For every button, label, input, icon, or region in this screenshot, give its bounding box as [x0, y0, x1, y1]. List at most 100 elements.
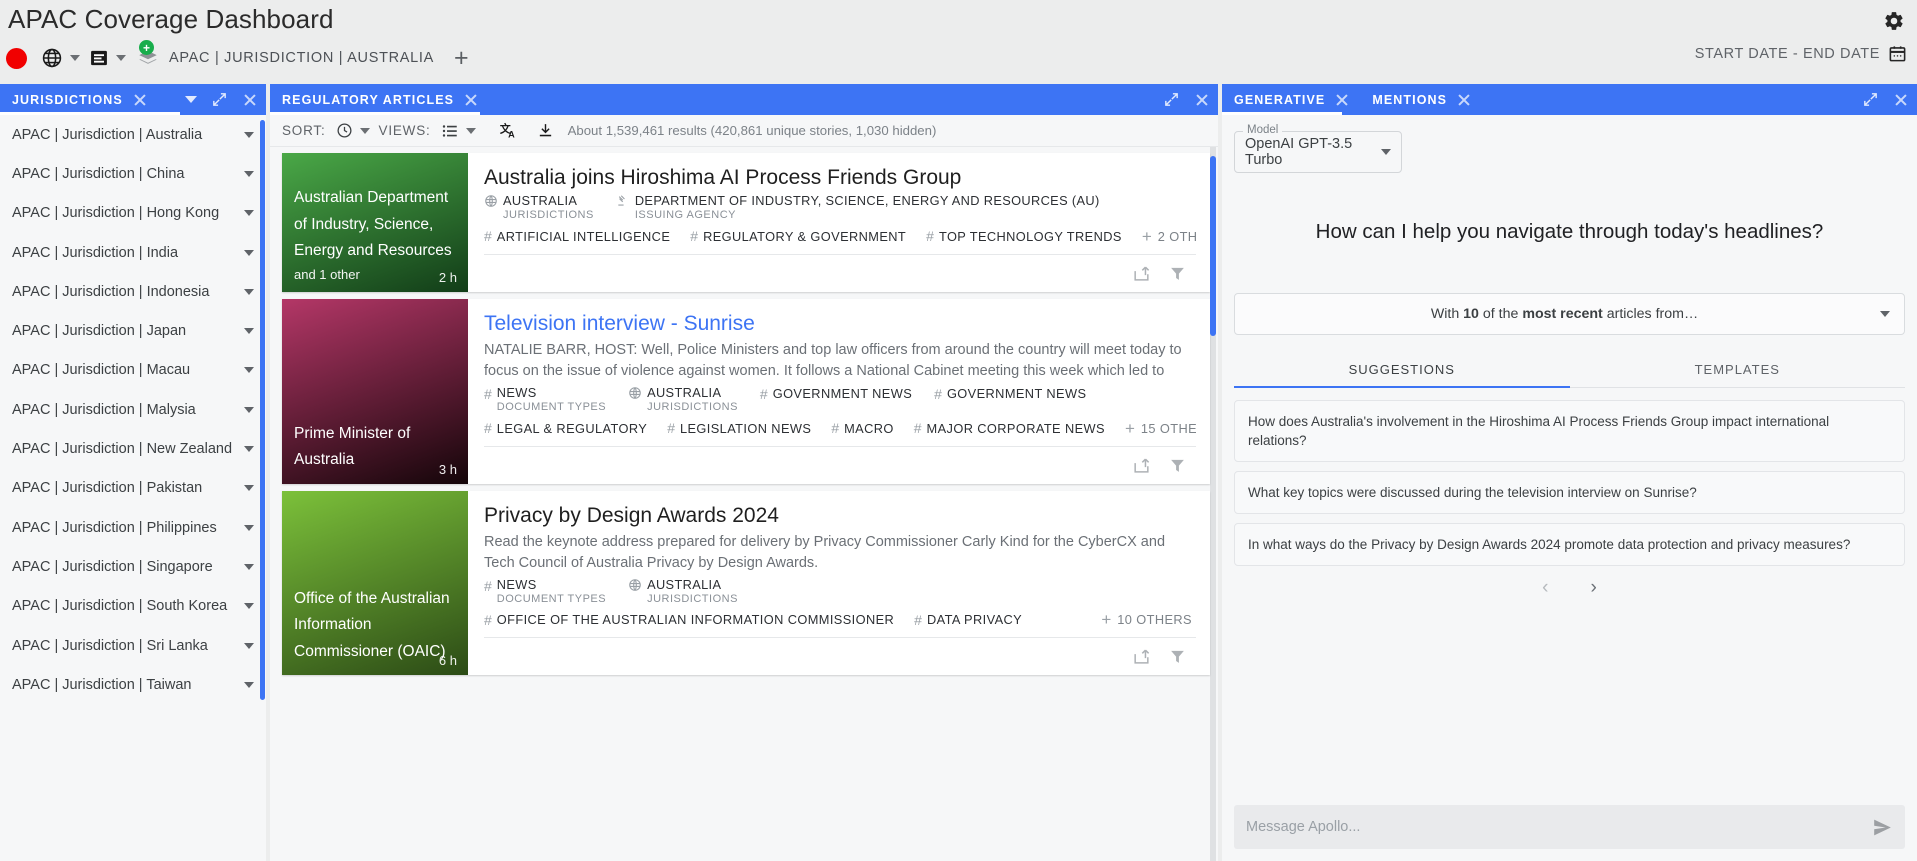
close-panel-icon[interactable]: [1194, 92, 1210, 108]
chevron-down-icon[interactable]: [244, 367, 254, 374]
article-tag[interactable]: # TOP TECHNOLOGY TRENDS: [926, 228, 1122, 244]
chevron-down-icon[interactable]: [244, 446, 254, 453]
article-title[interactable]: Privacy by Design Awards 2024: [484, 504, 1196, 528]
article-title[interactable]: Television interview - Sunrise: [484, 312, 1196, 336]
chevron-down-icon[interactable]: [244, 170, 254, 177]
sidebar-item-jurisdiction[interactable]: APAC | Jurisdiction | India: [0, 233, 266, 272]
chevron-down-icon[interactable]: [244, 328, 254, 335]
message-input[interactable]: [1246, 819, 1872, 835]
close-panel-icon[interactable]: [242, 92, 258, 108]
article-tag[interactable]: # LEGISLATION NEWS: [667, 420, 811, 436]
article-tag[interactable]: # MAJOR CORPORATE NEWS: [914, 420, 1105, 436]
sidebar-item-jurisdiction[interactable]: APAC | Jurisdiction | Indonesia: [0, 272, 266, 311]
view-dropdown-caret[interactable]: [116, 55, 126, 61]
suggestion-item[interactable]: What key topics were discussed during th…: [1234, 471, 1905, 514]
article-thumbnail[interactable]: Australian Department of Industry, Scien…: [282, 153, 468, 292]
chevron-down-icon[interactable]: [244, 249, 254, 256]
globe-icon[interactable]: [41, 47, 63, 69]
sidebar-item-jurisdiction[interactable]: APAC | Jurisdiction | Hong Kong: [0, 194, 266, 233]
article-meta-item[interactable]: AUSTRALIA JURISDICTIONS: [484, 194, 594, 222]
expand-icon[interactable]: [211, 91, 228, 108]
article-more-tags-button[interactable]: +10 OTHERS: [1101, 611, 1196, 628]
chevron-down-icon[interactable]: [244, 131, 254, 138]
sidebar-item-jurisdiction[interactable]: APAC | Jurisdiction | Malysia: [0, 390, 266, 429]
sidebar-item-jurisdiction[interactable]: APAC | Jurisdiction | New Zealand: [0, 429, 266, 468]
sidebar-item-jurisdiction[interactable]: APAC | Jurisdiction | Pakistan: [0, 469, 266, 508]
article-tag[interactable]: # MACRO: [831, 420, 893, 436]
chevron-down-icon[interactable]: [244, 642, 254, 649]
article-card[interactable]: Prime Minister of Australia 3 h Television…: [282, 298, 1210, 484]
article-thumbnail[interactable]: Prime Minister of Australia 3 h: [282, 298, 468, 484]
article-tag[interactable]: # REGULATORY & GOVERNMENT: [690, 228, 906, 244]
share-icon[interactable]: [1132, 264, 1151, 283]
share-icon[interactable]: [1132, 647, 1151, 666]
expand-icon[interactable]: [1163, 91, 1180, 108]
prev-suggestions-button[interactable]: ‹: [1542, 578, 1548, 597]
sidebar-item-jurisdiction[interactable]: APAC | Jurisdiction | Taiwan: [0, 665, 266, 704]
close-icon[interactable]: [132, 92, 148, 108]
article-meta-item[interactable]: # NEWS DOCUMENT TYPES: [484, 578, 606, 606]
article-meta-item[interactable]: # NEWS DOCUMENT TYPES: [484, 386, 606, 414]
gear-icon[interactable]: [1881, 8, 1907, 34]
close-icon[interactable]: [1334, 92, 1350, 108]
chevron-down-icon[interactable]: [244, 563, 254, 570]
regulatory-scrollbar[interactable]: [1210, 156, 1216, 336]
article-meta-item[interactable]: DEPARTMENT OF INDUSTRY, SCIENCE, ENERGY …: [616, 194, 1100, 222]
close-icon[interactable]: [1456, 92, 1472, 108]
tab-mentions[interactable]: MENTIONS: [1360, 84, 1482, 115]
tab-templates[interactable]: TEMPLATES: [1570, 351, 1906, 387]
article-tag[interactable]: # ARTIFICIAL INTELLIGENCE: [484, 228, 670, 244]
article-card[interactable]: Office of the Australian Information Com…: [282, 490, 1210, 676]
article-thumbnail[interactable]: Office of the Australian Information Com…: [282, 490, 468, 676]
sidebar-item-jurisdiction[interactable]: APAC | Jurisdiction | China: [0, 154, 266, 193]
article-meta-item[interactable]: AUSTRALIA JURISDICTIONS: [628, 578, 738, 606]
chevron-down-icon[interactable]: [185, 96, 197, 103]
next-suggestions-button[interactable]: ›: [1591, 578, 1597, 597]
article-tag[interactable]: # OFFICE OF THE AUSTRALIAN INFORMATION CO…: [484, 612, 894, 628]
suggestion-item[interactable]: In what ways do the Privacy by Design Aw…: [1234, 523, 1905, 566]
views-dropdown-caret[interactable]: [465, 127, 476, 134]
layers-plus-icon[interactable]: +: [137, 40, 159, 69]
chevron-down-icon[interactable]: [244, 288, 254, 295]
globe-dropdown-caret[interactable]: [70, 55, 80, 61]
article-title[interactable]: Australia joins Hiroshima AI Process Fri…: [484, 166, 1196, 190]
close-panel-icon[interactable]: [1893, 92, 1909, 108]
share-icon[interactable]: [1132, 456, 1151, 475]
breadcrumb[interactable]: APAC | JURISDICTION | AUSTRALIA: [169, 50, 434, 66]
article-tag[interactable]: # GOVERNMENT NEWS: [760, 386, 912, 402]
tab-generative[interactable]: GENERATIVE: [1222, 84, 1360, 115]
article-tag[interactable]: # LEGAL & REGULATORY: [484, 420, 647, 436]
tab-regulatory-articles[interactable]: REGULATORY ARTICLES: [270, 84, 489, 115]
article-meta-item[interactable]: AUSTRALIA JURISDICTIONS: [628, 386, 738, 414]
sidebar-item-jurisdiction[interactable]: APAC | Jurisdiction | Macau: [0, 351, 266, 390]
article-card[interactable]: Australian Department of Industry, Scien…: [282, 153, 1210, 292]
record-dot-icon[interactable]: [6, 47, 27, 69]
sidebar-item-jurisdiction[interactable]: APAC | Jurisdiction | Sri Lanka: [0, 626, 266, 665]
article-tag[interactable]: # GOVERNMENT NEWS: [934, 386, 1086, 402]
filter-icon[interactable]: [1169, 265, 1186, 282]
chevron-down-icon[interactable]: [244, 485, 254, 492]
article-more-tags-button[interactable]: +2 OTHERS: [1142, 228, 1196, 245]
chevron-down-icon[interactable]: [244, 603, 254, 610]
article-context-select[interactable]: With 10 of the most recent articles from…: [1234, 293, 1905, 335]
filter-icon[interactable]: [1169, 457, 1186, 474]
sidebar-item-jurisdiction[interactable]: APAC | Jurisdiction | Japan: [0, 311, 266, 350]
expand-icon[interactable]: [1862, 91, 1879, 108]
tab-suggestions[interactable]: SUGGESTIONS: [1234, 351, 1570, 388]
filter-icon[interactable]: [1169, 648, 1186, 665]
article-tag[interactable]: # DATA PRIVACY: [914, 612, 1022, 628]
sidebar-item-jurisdiction[interactable]: APAC | Jurisdiction | South Korea: [0, 587, 266, 626]
list-card-icon[interactable]: [89, 48, 109, 68]
send-icon[interactable]: [1872, 817, 1893, 838]
chevron-down-icon[interactable]: [244, 524, 254, 531]
sidebar-item-jurisdiction[interactable]: APAC | Jurisdiction | Singapore: [0, 547, 266, 586]
download-icon[interactable]: [537, 122, 554, 139]
jurisdictions-scrollbar[interactable]: [260, 120, 265, 700]
sort-dropdown-caret[interactable]: [359, 127, 370, 134]
clock-icon[interactable]: [336, 122, 353, 139]
suggestion-item[interactable]: How does Australia's involvement in the …: [1234, 400, 1905, 462]
chevron-down-icon[interactable]: [244, 406, 254, 413]
translate-icon[interactable]: 文 A: [499, 121, 519, 141]
sidebar-item-jurisdiction[interactable]: APAC | Jurisdiction | Australia: [0, 115, 266, 154]
sidebar-item-jurisdiction[interactable]: APAC | Jurisdiction | Philippines: [0, 508, 266, 547]
